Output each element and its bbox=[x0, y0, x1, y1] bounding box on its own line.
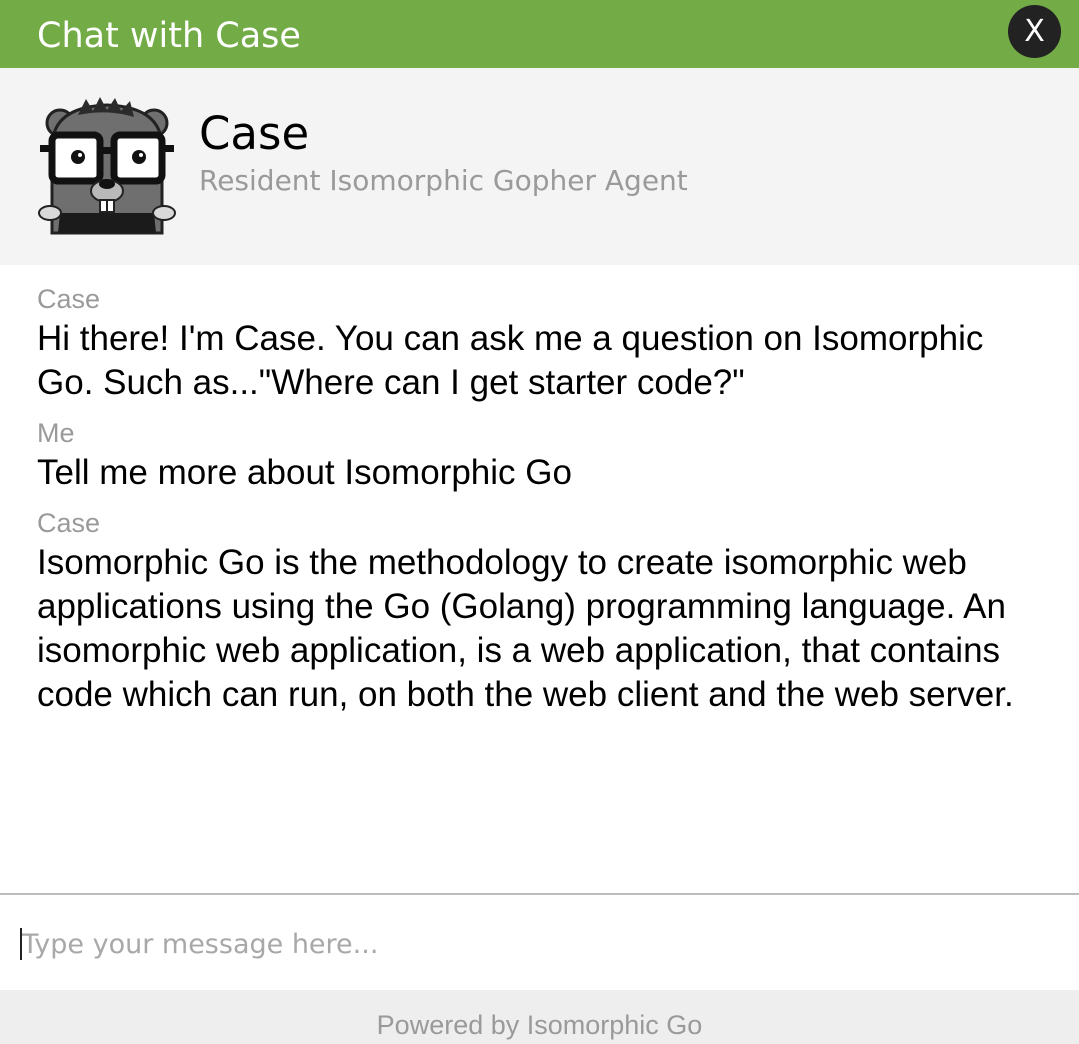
agent-name: Case bbox=[199, 107, 310, 160]
message-sender: Me bbox=[37, 418, 75, 448]
close-button[interactable]: X bbox=[1008, 5, 1061, 58]
message-text: Isomorphic Go is the methodology to crea… bbox=[37, 543, 1014, 714]
chat-message: Case Hi there! I'm Case. You can ask me … bbox=[37, 281, 1037, 405]
message-sender: Case bbox=[37, 284, 101, 314]
agent-subtitle: Resident Isomorphic Gopher Agent bbox=[199, 164, 688, 197]
message-text: Tell me more about Isomorphic Go bbox=[37, 453, 572, 492]
message-sender: Case bbox=[37, 508, 101, 538]
message-text: Hi there! I'm Case. You can ask me a que… bbox=[37, 319, 984, 402]
chat-titlebar: Chat with Case X bbox=[0, 0, 1079, 68]
conversation: Case Hi there! I'm Case. You can ask me … bbox=[37, 281, 1037, 717]
footer-text: Powered by Isomorphic Go bbox=[376, 1010, 703, 1040]
chat-message: Case Isomorphic Go is the methodology to… bbox=[37, 505, 1037, 717]
message-input[interactable] bbox=[22, 920, 1052, 968]
chat-title: Chat with Case bbox=[37, 16, 301, 56]
gopher-avatar-icon bbox=[38, 97, 176, 235]
chat-message: Me Tell me more about Isomorphic Go bbox=[37, 415, 1037, 495]
agent-header: Case Resident Isomorphic Gopher Agent bbox=[0, 68, 1079, 265]
